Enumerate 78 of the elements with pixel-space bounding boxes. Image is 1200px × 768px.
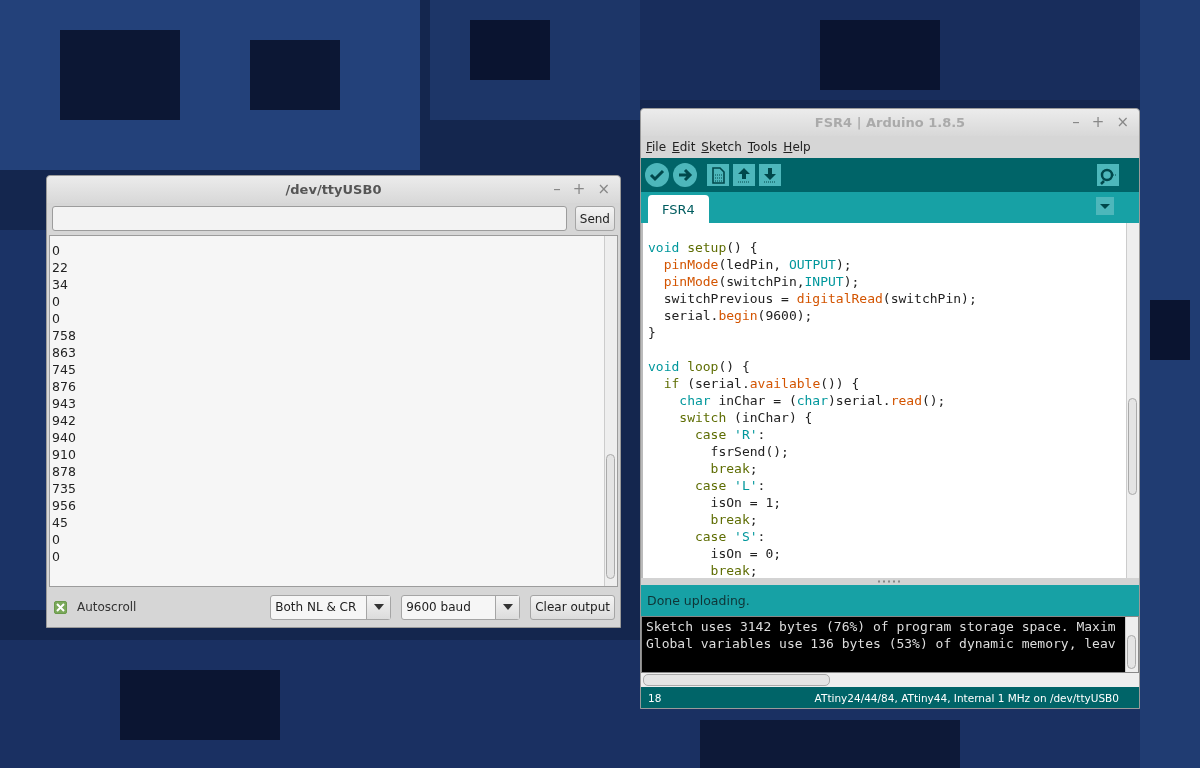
- code-editor[interactable]: [641, 222, 1139, 578]
- code-line: pinMode(switchPin,INPUT);: [662, 272, 861, 290]
- window-title: /dev/ttyUSB0: [285, 182, 382, 197]
- output-line: 942: [52, 412, 77, 429]
- scrollbar[interactable]: [1125, 617, 1138, 673]
- code-line: void loop() {: [648, 357, 751, 375]
- code-line: void setup() {: [648, 238, 759, 256]
- save-icon[interactable]: [759, 164, 781, 187]
- code-line: isOn = 0;: [709, 544, 783, 562]
- clear-output-button[interactable]: Clear output: [530, 594, 615, 620]
- line-number: 18: [648, 691, 662, 704]
- output-line: 940: [52, 429, 77, 446]
- code-line: isOn = 1;: [709, 493, 783, 511]
- caret-icon: [372, 602, 385, 612]
- code-line: break;: [709, 561, 759, 578]
- code-line: fsrSend();: [709, 442, 790, 460]
- baud-dropdown[interactable]: 9600 baud: [401, 594, 521, 620]
- splitter-handle-icon[interactable]: [878, 579, 902, 583]
- output-line: 863: [52, 344, 77, 361]
- output-line: 0: [52, 242, 61, 259]
- magnifier-icon[interactable]: [1097, 164, 1119, 187]
- line-ending-dropdown[interactable]: Both NL & CR: [270, 594, 392, 620]
- output-line: 878: [52, 463, 77, 480]
- send-button[interactable]: Send: [574, 206, 615, 231]
- code-line: break;: [709, 459, 759, 477]
- code-line: pinMode(ledPin, OUTPUT);: [662, 255, 853, 273]
- scrollbar-thumb[interactable]: [643, 674, 830, 687]
- code-line: switchPrevious = digitalRead(switchPin);: [662, 289, 978, 307]
- new-file-icon[interactable]: [707, 164, 729, 187]
- output-line: 22: [52, 259, 69, 276]
- menu-item[interactable]: File: [646, 140, 667, 155]
- output-line: 0: [52, 293, 61, 310]
- code-line: case 'R':: [693, 425, 767, 443]
- output-line: 0: [52, 531, 61, 548]
- code-line: serial.begin(9600);: [662, 306, 814, 324]
- console-line: Global variables use 136 bytes (53%) of dynamic memory, leav: [646, 635, 1117, 653]
- open-icon[interactable]: [733, 164, 755, 187]
- output-line: 758: [52, 327, 77, 344]
- code-line: case 'S':: [693, 527, 767, 545]
- code-line: case 'L':: [693, 476, 767, 494]
- caret-icon: [501, 602, 514, 612]
- code-line: char inChar = (char)serial.read();: [678, 391, 947, 409]
- window-title: FSR4 | Arduino 1.8.5: [814, 114, 966, 130]
- menu-item[interactable]: Edit: [672, 140, 696, 155]
- scrollbar[interactable]: [641, 673, 1139, 688]
- scrollbar[interactable]: [1126, 222, 1139, 578]
- output-line: 745: [52, 361, 77, 378]
- code-line: switch (inChar) {: [678, 408, 814, 426]
- menu-item[interactable]: Tools: [747, 140, 778, 155]
- dropdown-icon[interactable]: [1096, 196, 1114, 215]
- status-message: Done uploading.: [647, 592, 750, 608]
- menu-item[interactable]: Help: [783, 140, 811, 155]
- check-icon: [56, 602, 65, 612]
- output-line: 735: [52, 480, 77, 497]
- code-line: if (serial.available()) {: [662, 374, 861, 392]
- checkbox[interactable]: [54, 600, 67, 614]
- console-line: Sketch uses 3142 bytes (76%) of program storage space. Maxim: [646, 618, 1117, 636]
- input-field[interactable]: [52, 206, 567, 231]
- output-line: 910: [52, 446, 77, 463]
- output-line: 45: [52, 514, 69, 531]
- scrollbar-thumb[interactable]: [1127, 635, 1136, 670]
- board-info: ATtiny24/44/84, ATtiny44, Internal 1 MHz on /dev/ttyUSB0: [814, 691, 1119, 704]
- output-line: 956: [52, 497, 77, 514]
- code-line: break;: [709, 510, 759, 528]
- output-line: 0: [52, 310, 61, 327]
- checkbox-label: Autoscroll: [77, 600, 138, 614]
- menu-item[interactable]: Sketch: [701, 140, 742, 155]
- scrollbar[interactable]: [604, 236, 617, 586]
- verify-icon[interactable]: [645, 163, 669, 188]
- code-line: }: [648, 323, 657, 341]
- output-line: 34: [52, 276, 69, 293]
- output-line: 876: [52, 378, 77, 395]
- upload-icon[interactable]: [673, 163, 697, 188]
- tab[interactable]: FSR4: [648, 194, 709, 223]
- scrollbar-thumb[interactable]: [606, 454, 615, 579]
- scrollbar-thumb[interactable]: [1128, 397, 1137, 495]
- output-line: 0: [52, 548, 61, 565]
- output-line: 943: [52, 395, 77, 412]
